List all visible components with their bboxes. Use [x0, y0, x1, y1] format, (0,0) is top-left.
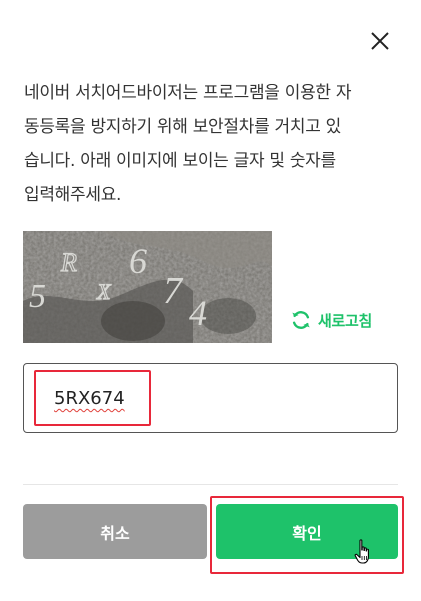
close-button[interactable]: [366, 27, 394, 55]
confirm-button[interactable]: 확인: [216, 504, 398, 559]
instruction-line: 습니다. 아래 이미지에 보이는 글자 및 숫자를: [24, 151, 336, 171]
divider: [23, 484, 398, 485]
captcha-char: 5: [29, 278, 46, 315]
cancel-button[interactable]: 취소: [23, 504, 207, 559]
refresh-icon: [292, 311, 310, 329]
instruction-line: 네이버 서치어드바이저는 프로그램을 이용한 자: [24, 83, 352, 103]
captcha-char: 7: [163, 270, 184, 312]
refresh-captcha-button[interactable]: 새로고침: [290, 307, 372, 333]
captcha-instructions: 네이버 서치어드바이저는 프로그램을 이용한 자 동등록을 방지하기 위해 보안…: [24, 76, 404, 212]
captcha-char: X: [96, 279, 112, 304]
captcha-char: 6: [129, 241, 147, 281]
refresh-label: 새로고침: [318, 311, 373, 330]
captcha-char: R: [60, 248, 77, 277]
captcha-input[interactable]: 5RX674: [23, 363, 398, 433]
captcha-input-value: 5RX674: [54, 388, 125, 409]
instruction-line: 입력해주세요.: [24, 185, 122, 205]
close-icon: [371, 32, 389, 50]
captcha-image: 5 R X 6 7 4: [23, 231, 272, 343]
instruction-line: 동등록을 방지하기 위해 보안절차를 거치고 있: [24, 117, 341, 137]
captcha-char: 4: [189, 293, 207, 333]
